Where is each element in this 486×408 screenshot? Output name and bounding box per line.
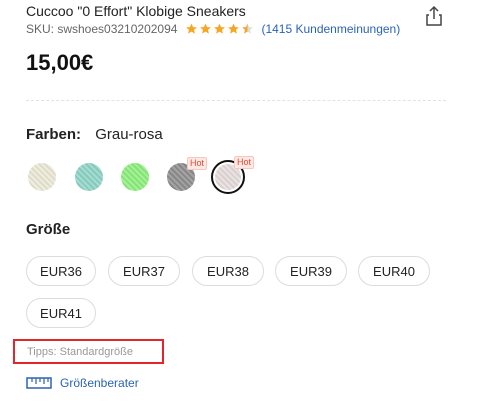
price: 15,00€ bbox=[26, 50, 94, 75]
star-rating bbox=[185, 23, 255, 35]
selected-color-name: Grau-rosa bbox=[95, 126, 163, 143]
color-swatch-beige[interactable] bbox=[28, 163, 56, 191]
size-option-eur38[interactable]: EUR38 bbox=[192, 256, 264, 286]
size-option-eur37[interactable]: EUR37 bbox=[108, 256, 180, 286]
colors-label: Farben: bbox=[26, 126, 82, 143]
swatch-fill bbox=[28, 163, 56, 191]
size-label: Größe bbox=[26, 221, 71, 238]
divider bbox=[26, 100, 446, 101]
size-option-eur39[interactable]: EUR39 bbox=[275, 256, 347, 286]
size-option-eur41[interactable]: EUR41 bbox=[26, 298, 96, 328]
star-icon bbox=[200, 23, 212, 34]
color-swatch-mint[interactable] bbox=[75, 163, 103, 191]
star-icon bbox=[186, 23, 198, 34]
size-option-eur36[interactable]: EUR36 bbox=[26, 256, 96, 286]
star-icon bbox=[242, 23, 254, 34]
sku-text: SKU: swshoes03210202094 bbox=[26, 22, 178, 36]
size-tip: Tipps: Standardgröße bbox=[13, 339, 164, 364]
color-swatch-green[interactable] bbox=[121, 163, 149, 191]
star-icon bbox=[228, 23, 240, 34]
share-icon[interactable] bbox=[424, 5, 444, 27]
star-icon bbox=[214, 23, 226, 34]
ruler-icon bbox=[26, 377, 52, 389]
size-guide-link[interactable]: Größenberater bbox=[60, 376, 139, 390]
color-selector-label: Farben: Grau-rosa bbox=[26, 126, 163, 143]
size-option-eur40[interactable]: EUR40 bbox=[358, 256, 430, 286]
swatch-fill bbox=[75, 163, 103, 191]
reviews-link[interactable]: (1415 Kundenmeinungen) bbox=[261, 22, 400, 36]
hot-badge: Hot bbox=[187, 157, 208, 170]
product-title: Cuccoo "0 Effort" Klobige Sneakers bbox=[26, 3, 246, 19]
sku-rating-line: SKU: swshoes03210202094 (1415 Kundenmein… bbox=[26, 22, 400, 36]
hot-badge: Hot bbox=[234, 156, 255, 169]
swatch-fill bbox=[121, 163, 149, 191]
